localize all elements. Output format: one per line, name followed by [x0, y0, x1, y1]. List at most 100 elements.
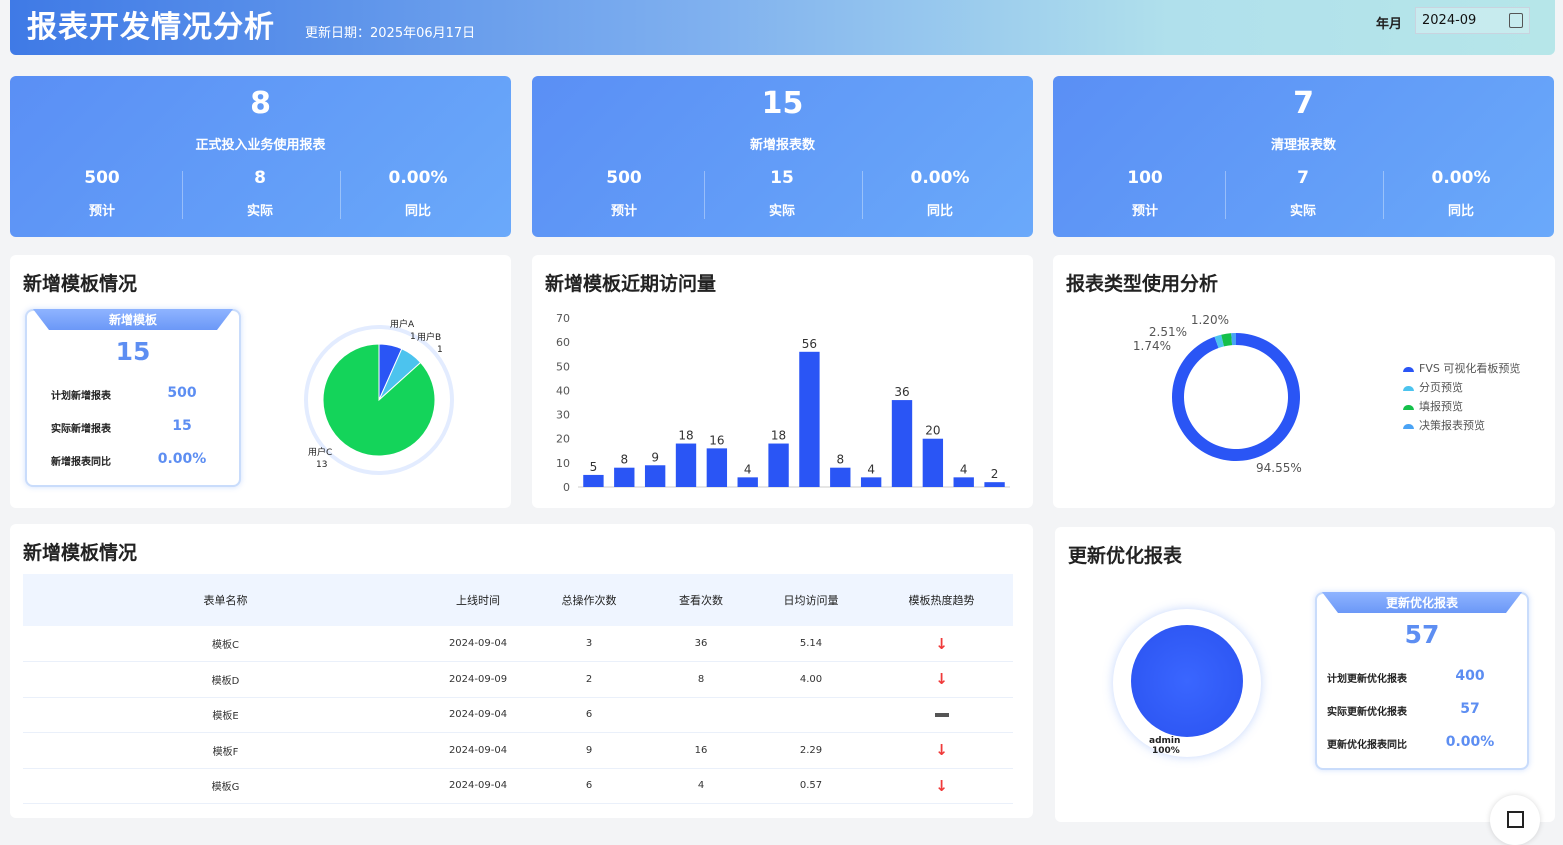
kpi-yoy: 0.00%	[910, 168, 970, 188]
table-row[interactable]: 模板F 2024-09-04 9 16 2.29 ↓	[23, 732, 1013, 769]
legend-label: FVS 可视化看板预览	[1419, 362, 1521, 375]
bar-value-label: 8	[620, 453, 628, 467]
visits-bar-chart: 0 10 20 30 40 50 60 70 5 8 9 18 16 4 18 56 8 4 36 20 4 2	[556, 312, 1010, 494]
column-header[interactable]: 查看次数	[650, 574, 752, 626]
legend-item[interactable]: 决策报表预览	[1403, 417, 1485, 433]
bar	[644, 465, 666, 487]
pie-value: 1	[437, 345, 443, 355]
fullscreen-icon	[1507, 811, 1524, 828]
pie-label: 用户C	[308, 446, 332, 458]
table-row[interactable]: 模板D 2024-09-09 2 8 4.00 ↓	[23, 661, 1013, 698]
bar-value-label: 16	[709, 433, 724, 447]
legend-item[interactable]: 填报预览	[1403, 398, 1463, 414]
kpi-planned: 100	[1127, 168, 1163, 188]
pie-label: 用户B	[417, 331, 441, 343]
column-header[interactable]: 模板热度趋势	[870, 574, 1013, 626]
legend-marker-icon	[1403, 385, 1414, 391]
bar-value-label: 18	[678, 429, 693, 443]
table-panel: 新增模板情况 表单名称 上线时间 总操作次数 查看次数 日均访问量 模板热度趋势 模板C …	[10, 524, 1033, 818]
cell-name: 模板G	[23, 768, 428, 804]
row-value: 0.00%	[157, 451, 207, 467]
cell-date: 2024-09-04	[428, 732, 528, 769]
cell-name: 模板C	[23, 626, 428, 662]
panel-title: 报表类型使用分析	[1066, 273, 1219, 295]
kpi-label: 新增报表数	[749, 138, 815, 153]
box-value: 15	[115, 337, 151, 366]
row-value: 500	[167, 385, 197, 401]
bar	[860, 477, 882, 487]
pie-label: 用户A	[390, 318, 415, 330]
bar	[830, 467, 851, 487]
kpi-value: 7	[1293, 86, 1314, 121]
y-tick-label: 10	[556, 457, 570, 470]
bar-value-label: 4	[867, 462, 875, 476]
column-header[interactable]: 总操作次数	[528, 574, 650, 626]
kpi-yoy-label: 同比	[926, 204, 953, 219]
bar	[583, 474, 604, 487]
y-tick-label: 50	[556, 360, 570, 373]
bar-value-label: 5	[590, 460, 598, 474]
legend-label: 分页预览	[1419, 381, 1463, 394]
kpi-planned: 500	[84, 168, 120, 188]
table-row[interactable]: 模板C 2024-09-04 3 36 5.14 ↓	[23, 626, 1013, 662]
column-header[interactable]: 日均访问量	[752, 574, 870, 626]
column-header[interactable]: 表单名称	[23, 574, 428, 626]
table-row[interactable]: 模板E 2024-09-04 6	[23, 697, 1013, 733]
kpi-actual-label: 实际	[1289, 204, 1316, 219]
cell-views	[650, 697, 752, 733]
row-label: 新增报表同比	[51, 457, 111, 468]
optimize-info-box: 更新优化报表 57 计划更新优化报表 400 实际更新优化报表 57 更新优化报…	[1315, 592, 1529, 770]
bar-value-label: 4	[960, 462, 968, 476]
legend-item[interactable]: FVS 可视化看板预览	[1403, 360, 1520, 376]
panel-title: 更新优化报表	[1068, 545, 1183, 567]
type-donut-chart: 94.55% 1.74%2.51% 1.20%	[1133, 313, 1302, 475]
template-panel: 新增模板情况 新增模板 15 计划新增报表 500 实际新增报表 15 新增报表…	[10, 255, 511, 508]
y-tick-label: 20	[556, 433, 570, 446]
page-title: 报表开发情况分析	[27, 10, 275, 45]
panel-title: 新增模板情况	[23, 273, 138, 295]
cell-ops: 3	[528, 626, 650, 662]
kpi-actual: 7	[1297, 168, 1309, 188]
kpi-label: 清理报表数	[1270, 138, 1336, 153]
month-value: 2024-09	[1422, 13, 1477, 28]
kpi-card: 8 正式投入业务使用报表 500 预计 8 实际 0.00% 同比	[10, 76, 511, 237]
box-title: 更新优化报表	[1322, 592, 1522, 613]
cell-date: 2024-09-09	[428, 661, 528, 698]
kpi-actual-label: 实际	[246, 204, 273, 219]
kpi-actual: 15	[770, 168, 794, 188]
kpi-value: 8	[250, 86, 271, 121]
bar	[922, 438, 944, 487]
trend-down-icon: ↓	[935, 634, 948, 653]
kpi-actual: 8	[254, 168, 266, 188]
calendar-icon[interactable]	[1509, 13, 1523, 28]
kpi-yoy: 0.00%	[1431, 168, 1491, 188]
row-value: 0.00%	[1445, 734, 1495, 750]
cell-ops: 2	[528, 661, 650, 698]
y-tick-label: 0	[563, 481, 570, 494]
cell-views: 4	[650, 768, 752, 804]
bar-value-label: 9	[651, 450, 659, 464]
kpi-yoy-label: 同比	[404, 204, 431, 219]
cell-name: 模板E	[23, 697, 428, 733]
cell-name: 模板D	[23, 661, 428, 698]
cell-ops: 6	[528, 697, 650, 733]
template-info-box: 新增模板 15 计划新增报表 500 实际新增报表 15 新增报表同比 0.00…	[25, 309, 241, 487]
row-value: 57	[1460, 701, 1480, 717]
table-row[interactable]: 模板G 2024-09-04 6 4 0.57 ↓	[23, 768, 1013, 804]
bar	[768, 443, 789, 487]
trend-down-icon: ↓	[935, 776, 948, 795]
legend-marker-icon	[1403, 423, 1414, 429]
user-pie-chart: 用户A1 用户B1用户C13	[304, 318, 454, 475]
bar	[891, 400, 913, 487]
donut-label: 1.20%	[1191, 313, 1229, 327]
column-header[interactable]: 上线时间	[428, 574, 528, 626]
row-label: 更新优化报表同比	[1327, 740, 1407, 751]
bar	[799, 351, 820, 487]
month-picker[interactable]: 2024-09	[1415, 7, 1530, 34]
template-table: 表单名称 上线时间 总操作次数 查看次数 日均访问量 模板热度趋势 模板C 2024-09…	[23, 574, 1013, 804]
legend-item[interactable]: 分页预览	[1403, 379, 1463, 395]
panel-title: 新增模板情况	[23, 542, 138, 564]
fullscreen-button[interactable]	[1490, 795, 1540, 845]
cell-daily: 5.14	[752, 626, 870, 662]
month-label: 年月	[1376, 17, 1403, 32]
